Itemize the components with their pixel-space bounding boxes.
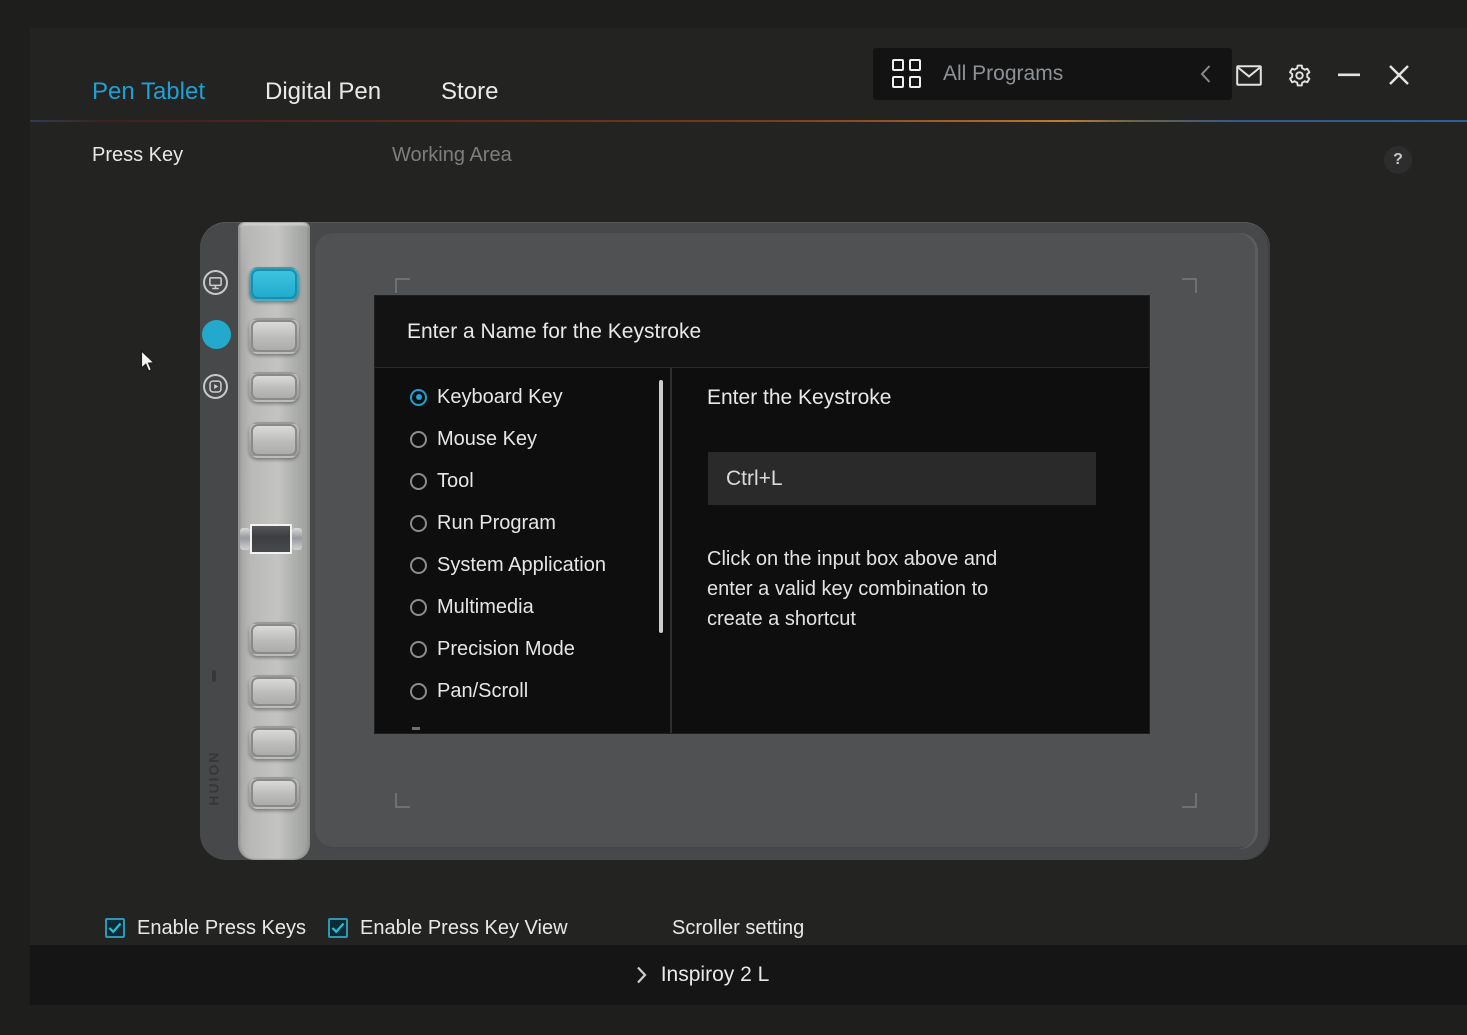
keystroke-panel-heading: Enter the Keystroke (707, 386, 891, 410)
press-key-button-2[interactable] (249, 318, 299, 354)
scroller-cap (292, 528, 302, 550)
option-keyboard-key[interactable]: Keyboard Key (375, 376, 659, 418)
keystroke-instructions: Click on the input box above and enter a… (707, 544, 1037, 634)
device-name: Inspiroy 2 L (661, 963, 770, 987)
main-nav: Pen Tablet Digital Pen Store (92, 72, 498, 112)
tab-digital-pen[interactable]: Digital Pen (265, 78, 381, 106)
scroller-setting-link[interactable]: Scroller setting (672, 917, 804, 940)
chevron-right-icon (636, 966, 647, 984)
radio-icon[interactable] (410, 557, 427, 574)
area-corner-mark (395, 278, 410, 293)
settings-gear-icon[interactable] (1286, 62, 1312, 88)
enable-press-key-view-control[interactable]: Enable Press Key View (328, 917, 568, 939)
keystroke-dialog: Enter a Name for the Keystroke Keyboard … (375, 296, 1149, 733)
program-selector-label: All Programs (943, 62, 1063, 86)
tab-store[interactable]: Store (441, 78, 498, 106)
press-key-button-3[interactable] (249, 372, 299, 402)
subnav-working-area[interactable]: Working Area (392, 144, 512, 167)
scroller-cap (240, 528, 250, 550)
enable-press-keys-control[interactable]: Enable Press Keys (105, 917, 306, 939)
press-key-button-7[interactable] (249, 726, 299, 759)
option-run-program[interactable]: Run Program (375, 502, 659, 544)
mail-icon[interactable] (1236, 62, 1262, 88)
window-controls (1236, 62, 1412, 88)
keystroke-type-list: Keyboard Key Mouse Key Tool Run Program … (375, 376, 659, 712)
press-key-button-4[interactable] (249, 422, 299, 458)
options-scrollbar[interactable] (659, 380, 663, 633)
area-corner-mark (1182, 278, 1197, 293)
brand-label: HUION (199, 730, 229, 826)
option-pan-scroll[interactable]: Pan/Scroll (375, 670, 659, 712)
option-system-application[interactable]: System Application (375, 544, 659, 586)
press-key-button-6[interactable] (249, 675, 299, 708)
radio-icon[interactable] (410, 641, 427, 658)
help-button[interactable]: ? (1384, 146, 1412, 174)
option-multimedia[interactable]: Multimedia (375, 586, 659, 628)
press-key-button-8[interactable] (249, 777, 299, 809)
radio-icon[interactable] (410, 473, 427, 490)
keystroke-input[interactable] (708, 452, 1096, 505)
radio-icon[interactable] (410, 599, 427, 616)
dialog-panel-divider (670, 368, 672, 733)
checkbox-checked-icon[interactable] (105, 918, 125, 938)
radio-icon[interactable] (410, 431, 427, 448)
program-selector[interactable]: All Programs (873, 48, 1232, 100)
option-precision-mode[interactable]: Precision Mode (375, 628, 659, 670)
subnav-press-key[interactable]: Press Key (92, 144, 183, 167)
option-tool[interactable]: Tool (375, 460, 659, 502)
app-window: Pen Tablet Digital Pen Store All Program… (30, 28, 1467, 1005)
tablet-scroller[interactable] (250, 524, 292, 554)
radio-icon[interactable] (410, 515, 427, 532)
checkbox-checked-icon[interactable] (328, 918, 348, 938)
play-media-icon[interactable] (203, 374, 228, 399)
mouse-cursor (140, 350, 158, 374)
brand-dash (212, 670, 216, 682)
screen: Pen Tablet Digital Pen Store All Program… (0, 0, 1467, 1035)
area-corner-mark (395, 793, 410, 808)
press-key-button-5[interactable] (249, 622, 299, 656)
option-mouse-key[interactable]: Mouse Key (375, 418, 659, 460)
chevron-left-icon[interactable] (1199, 64, 1212, 84)
device-bar[interactable]: Inspiroy 2 L (30, 945, 1467, 1005)
display-icon[interactable] (203, 270, 228, 295)
dialog-title-bar: Enter a Name for the Keystroke (375, 296, 1149, 368)
active-indicator-dot[interactable] (202, 320, 231, 349)
apps-grid-icon (892, 59, 922, 89)
tab-pen-tablet[interactable]: Pen Tablet (92, 78, 205, 106)
radio-icon[interactable] (410, 683, 427, 700)
area-corner-mark (1182, 793, 1197, 808)
close-icon[interactable] (1386, 62, 1412, 88)
minimize-icon[interactable] (1336, 62, 1362, 88)
partial-next-option (412, 727, 420, 730)
radio-icon[interactable] (410, 389, 427, 406)
gradient-divider (30, 120, 1467, 122)
press-key-button-1[interactable] (249, 267, 299, 301)
dialog-title: Enter a Name for the Keystroke (407, 320, 701, 344)
